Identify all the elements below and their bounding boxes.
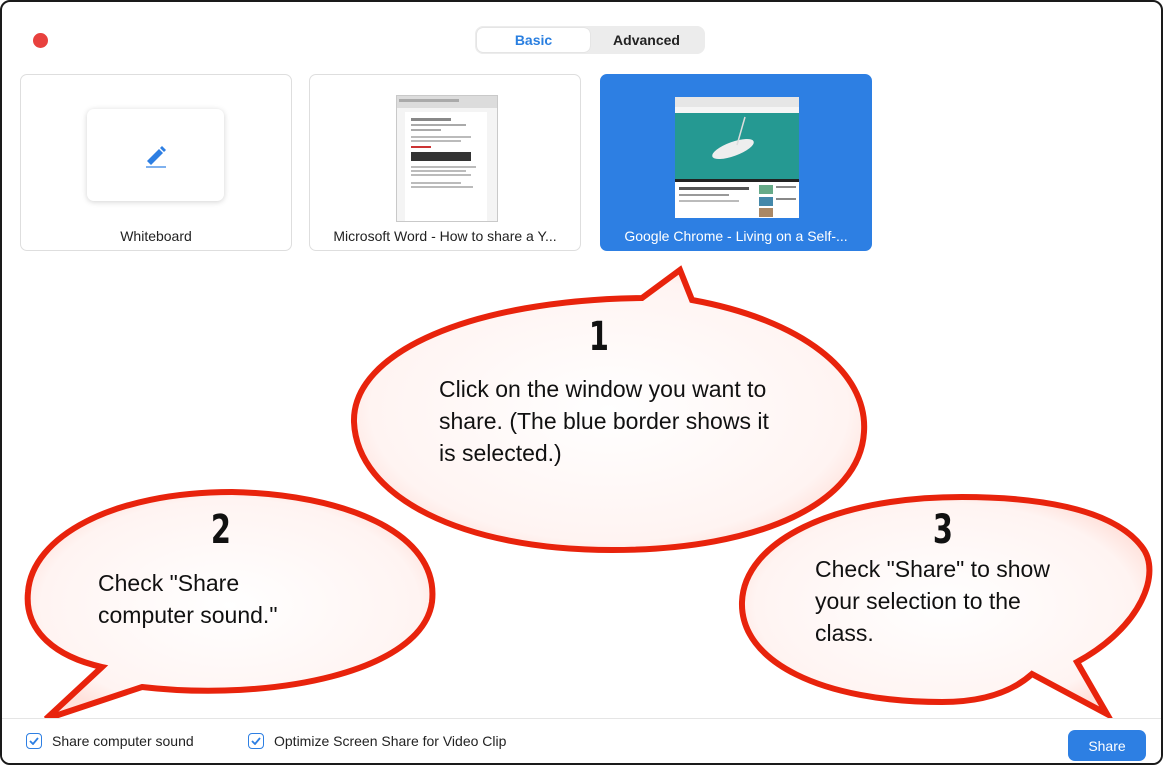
checkmark-icon xyxy=(26,733,42,749)
share-button[interactable]: Share xyxy=(1068,730,1146,761)
share-sound-checkbox[interactable]: Share computer sound xyxy=(26,733,194,749)
optimize-video-checkbox[interactable]: Optimize Screen Share for Video Clip xyxy=(248,733,506,749)
callout-1-text: Click on the window you want to share. (… xyxy=(439,376,769,466)
bottom-bar: Share computer sound Optimize Screen Sha… xyxy=(2,718,1161,763)
callout-3-number: 3 xyxy=(932,507,953,553)
callout-3-text: Check "Share" to show your selection to … xyxy=(815,556,1050,646)
checkmark-icon xyxy=(248,733,264,749)
share-screen-window: Basic Advanced Whiteboard Microsoft Word… xyxy=(0,0,1163,765)
share-sound-label: Share computer sound xyxy=(52,733,194,749)
callout-1-number: 1 xyxy=(588,314,609,360)
optimize-video-label: Optimize Screen Share for Video Clip xyxy=(274,733,507,749)
callout-2-text: Check "Share computer sound." xyxy=(98,570,278,628)
callout-2-number: 2 xyxy=(210,507,231,553)
